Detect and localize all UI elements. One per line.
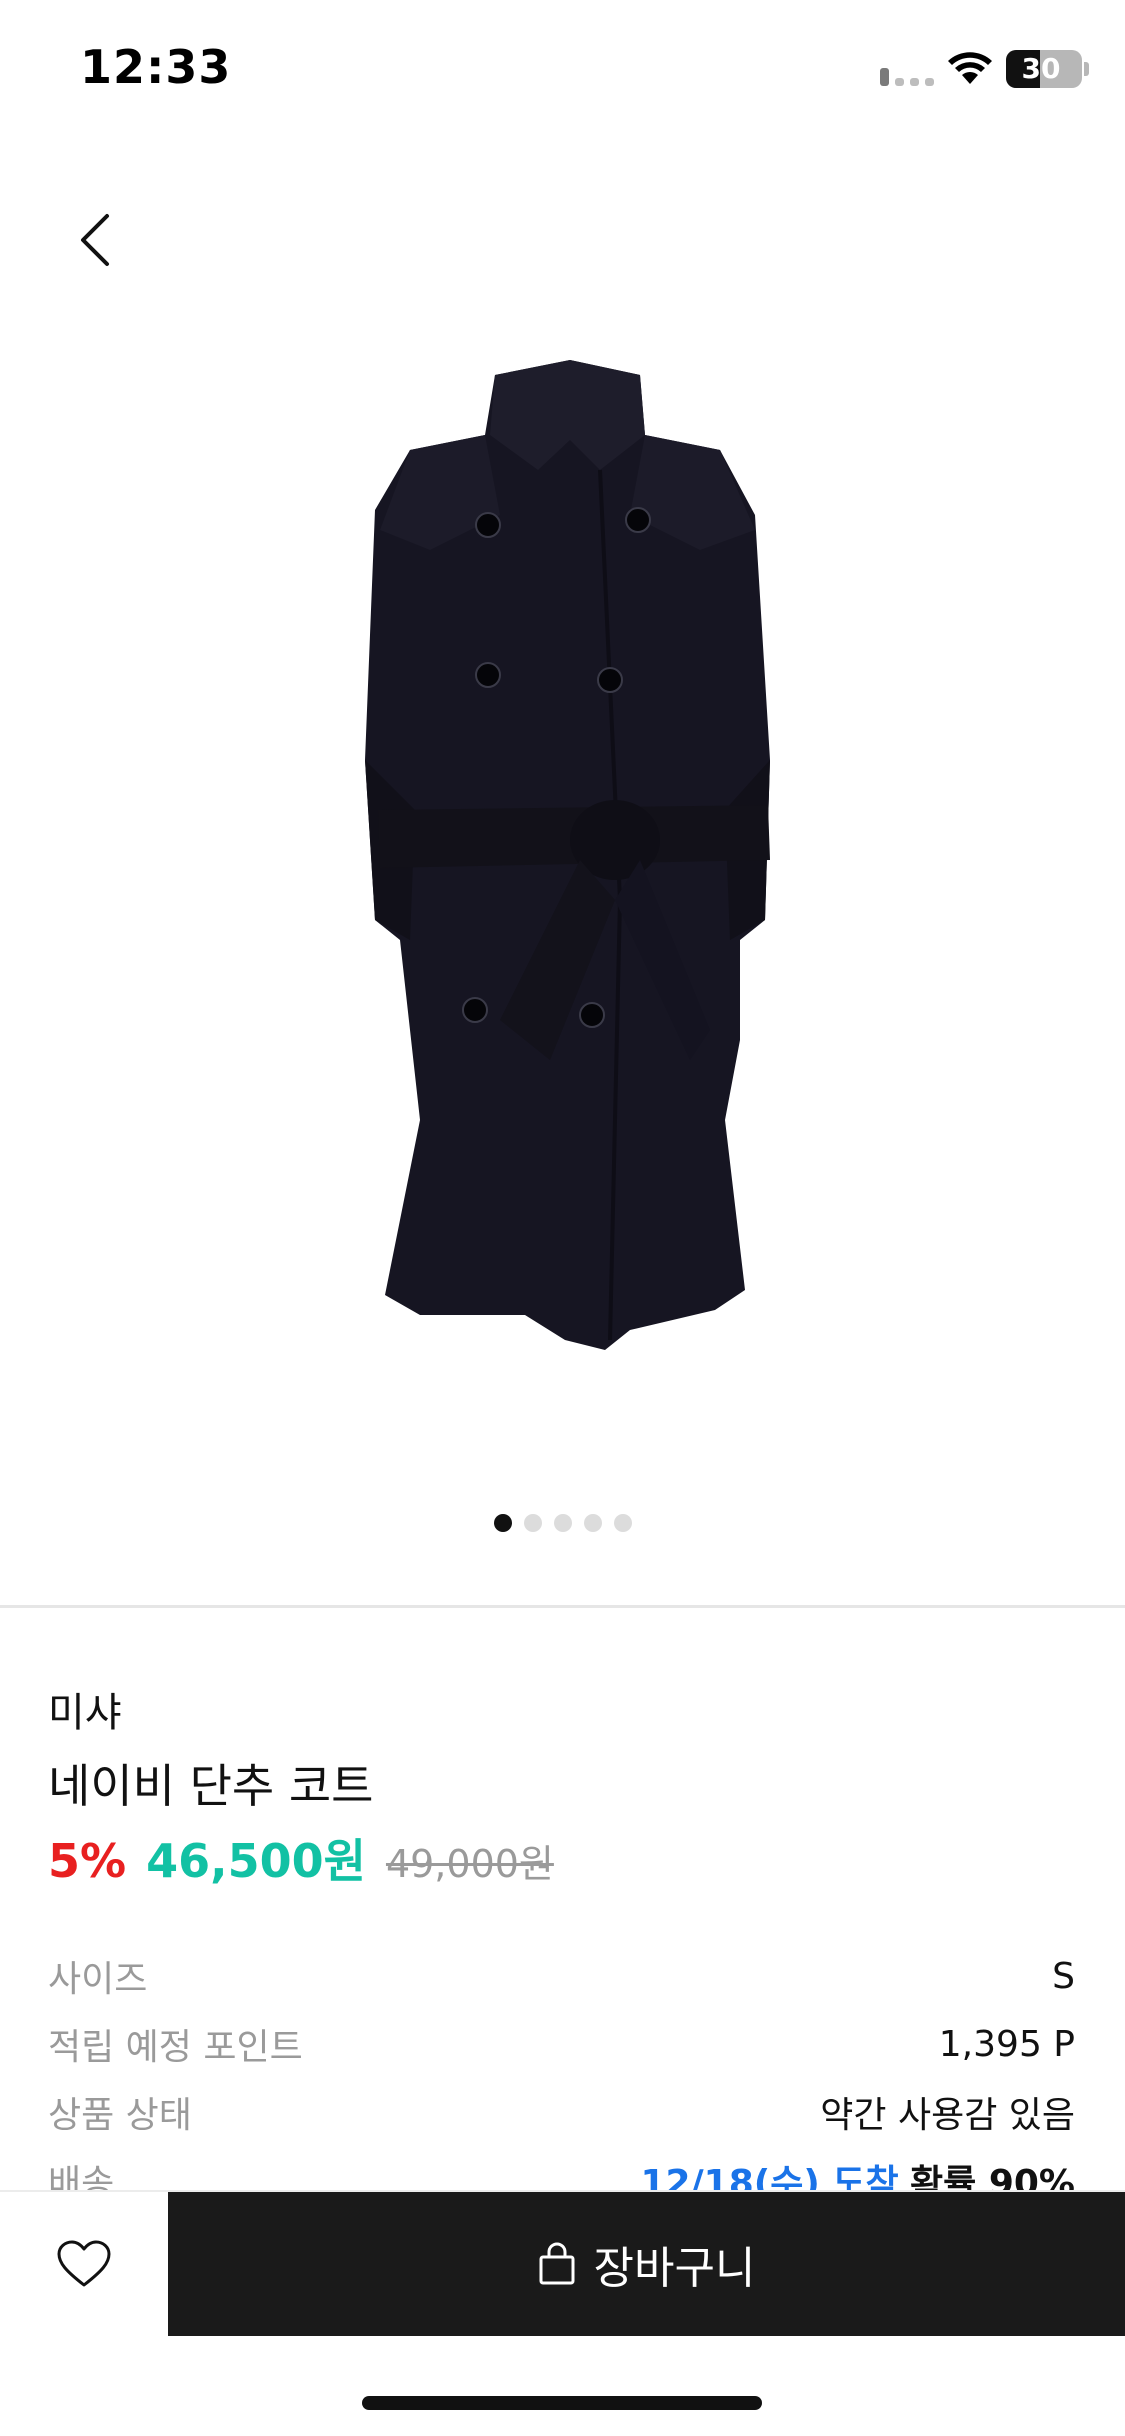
home-indicator[interactable] <box>362 2396 762 2410</box>
back-button[interactable] <box>60 200 130 280</box>
size-value: S <box>1052 1955 1075 1997</box>
original-price: 49,000원 <box>385 1842 554 1886</box>
discount-rate: 5% <box>48 1834 127 1888</box>
divider <box>0 1605 1125 1608</box>
status-bar: 12:33 30 <box>0 0 1125 140</box>
pagination-dot-3[interactable] <box>553 1514 572 1532</box>
heart-icon <box>57 2240 111 2287</box>
product-image[interactable] <box>270 340 870 1440</box>
bottom-action-bar: 장바구니 <box>0 2190 1125 2336</box>
size-label: 사이즈 <box>48 1959 148 2000</box>
pagination-dot-2[interactable] <box>523 1514 542 1532</box>
points-label: 적립 예정 포인트 <box>48 2027 303 2068</box>
back-icon <box>81 214 109 266</box>
status-time: 12:33 <box>80 40 232 94</box>
points-value: 1,395 P <box>938 2023 1075 2065</box>
wifi-icon <box>948 52 992 84</box>
battery-level: 30 <box>1021 52 1061 85</box>
condition-label: 상품 상태 <box>48 2095 192 2136</box>
info-row-size: 사이즈 S <box>48 1950 1075 2002</box>
bag-icon <box>539 2242 575 2285</box>
condition-value: 약간 사용감 있음 <box>820 2095 1075 2136</box>
wishlist-button[interactable] <box>0 2192 168 2336</box>
sale-price: 46,500원 <box>146 1834 366 1888</box>
cart-button-label: 장바구니 <box>593 2243 756 2294</box>
pagination-dot-1[interactable] <box>493 1514 512 1532</box>
pagination-dot-4[interactable] <box>583 1514 602 1532</box>
info-row-points: 적립 예정 포인트 1,395 P <box>48 2018 1075 2070</box>
pagination-dot-5[interactable] <box>613 1514 632 1532</box>
add-to-cart-button[interactable]: 장바구니 <box>168 2192 1125 2336</box>
signal-icon <box>880 66 934 86</box>
image-pagination[interactable] <box>0 1514 1125 1532</box>
info-row-condition: 상품 상태 약간 사용감 있음 <box>48 2086 1075 2138</box>
brand-name[interactable]: 미샤 <box>48 1680 122 1738</box>
battery-icon: 30 <box>1006 50 1082 88</box>
price-row: 5% 46,500원 49,000원 <box>48 1825 554 1891</box>
product-title: 네이비 단추 코트 <box>48 1759 374 1813</box>
